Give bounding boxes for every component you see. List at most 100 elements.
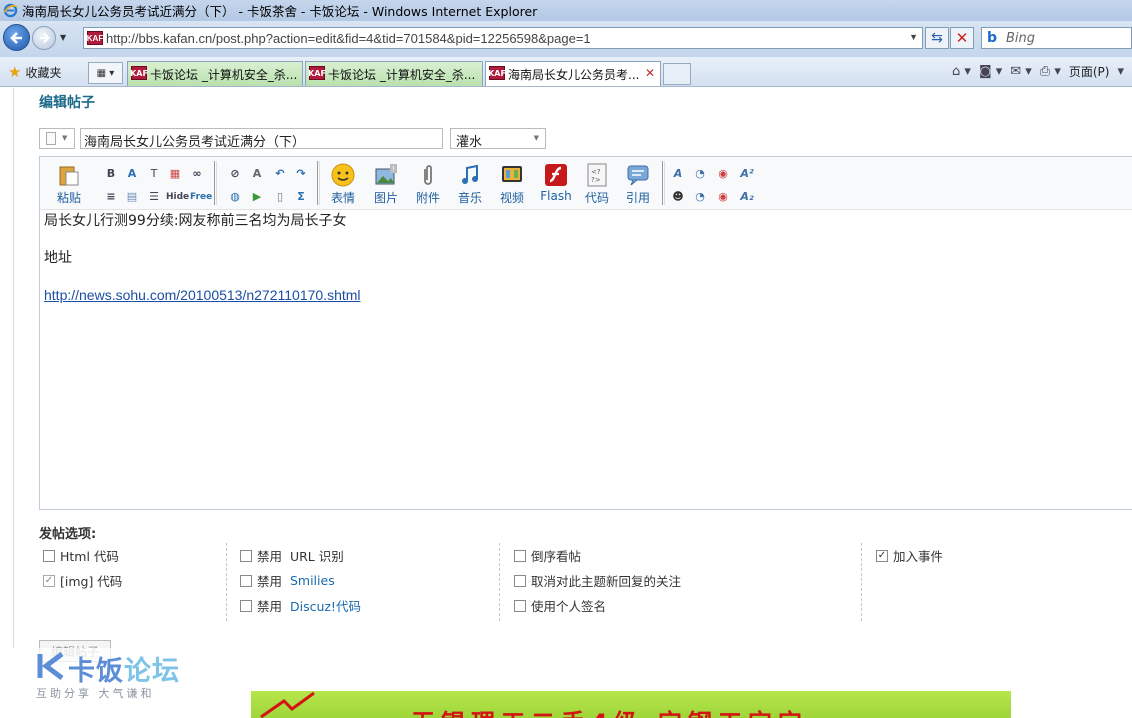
history-dropdown-icon[interactable]: ▼ — [60, 33, 66, 42]
print-icon[interactable]: ⎙ ▾ — [1040, 64, 1061, 79]
address-dropdown-icon[interactable]: ▼ — [909, 32, 918, 42]
unlink-icon[interactable]: ⊘ — [228, 167, 242, 181]
checkbox[interactable] — [514, 599, 526, 612]
flash-label: Flash — [540, 189, 572, 203]
svg-text:?>: ?> — [591, 176, 601, 184]
option-extra: URL 识别 — [289, 549, 344, 564]
code-icon: <??> — [587, 163, 607, 187]
options-column-2: 禁用 URL 识别 禁用 Smilies 禁用 Discuz!代码 — [240, 543, 361, 621]
video-button[interactable]: 视频 — [495, 163, 529, 206]
rss-feed-icon[interactable]: ◙ ▾ — [979, 64, 1002, 79]
tab-1[interactable]: KAF 卡饭论坛 _计算机安全_杀... — [127, 61, 303, 86]
option-add-event[interactable]: ✓ 加入事件 — [876, 543, 943, 568]
tab-label: 卡饭论坛 _计算机安全_杀... — [150, 67, 298, 82]
redo-icon[interactable]: ↷ — [294, 167, 308, 181]
checkbox[interactable] — [514, 574, 526, 587]
media-icon[interactable]: ▶ — [250, 190, 264, 204]
option-extra: Discuz!代码 — [289, 599, 361, 614]
font-style-icon[interactable]: A — [671, 167, 685, 181]
quote-button[interactable]: 引用 — [621, 163, 655, 206]
option-disable-smilies[interactable]: 禁用 Smilies — [240, 568, 361, 593]
quick-tabs-button[interactable]: ▦ ▾ — [88, 62, 123, 84]
search-box[interactable]: b Bing — [981, 27, 1132, 49]
music-label: 音乐 — [457, 191, 482, 205]
bing-icon: b — [987, 30, 998, 46]
option-label: 禁用 — [257, 574, 283, 589]
forward-button[interactable] — [32, 26, 56, 50]
checkbox-checked[interactable]: ✓ — [876, 549, 888, 562]
undo-icon[interactable]: ↶ — [273, 167, 287, 181]
post-icon-select[interactable]: ▼ — [39, 128, 75, 149]
paste-button[interactable]: 粘贴 — [52, 163, 86, 206]
close-tab-icon[interactable]: ✕ — [645, 66, 655, 80]
site-favicon-icon: KAF — [488, 66, 506, 80]
option-use-signature[interactable]: 使用个人签名 — [514, 593, 681, 618]
option-unsubscribe[interactable]: 取消对此主题新回复的关注 — [514, 568, 681, 593]
tab-label: 卡饭论坛 _计算机安全_杀... — [328, 67, 476, 82]
music-button[interactable]: 音乐 — [453, 163, 487, 206]
subscript-icon[interactable]: A₂ — [740, 190, 754, 204]
sigma-icon[interactable]: Σ — [294, 190, 308, 204]
refresh-button[interactable]: ⇆ — [925, 27, 949, 49]
flash-button[interactable]: Flash — [536, 163, 576, 203]
checkbox[interactable] — [240, 574, 252, 587]
qq-icon[interactable]: ☻ — [671, 190, 685, 204]
option-img-code[interactable]: ✓ [img] 代码 — [43, 568, 122, 593]
subject-input[interactable]: 海南局长女儿公务员考试近满分（下） — [80, 128, 443, 150]
msn-icon[interactable]: ◔ — [693, 190, 707, 204]
stop-button[interactable]: ✕ — [950, 27, 974, 49]
option-reverse-order[interactable]: 倒序看帖 — [514, 543, 681, 568]
checkbox[interactable] — [514, 549, 526, 562]
address-url[interactable]: http://bbs.kafan.cn/post.php?action=edit… — [106, 31, 591, 46]
checkbox[interactable] — [43, 549, 55, 562]
tab-3-active[interactable]: KAF 海南局长女儿公务员考... ✕ — [485, 61, 661, 86]
image-button[interactable]: ! 图片 — [369, 163, 403, 206]
ie-logo-icon — [3, 3, 18, 18]
option-disable-url[interactable]: 禁用 URL 识别 — [240, 543, 361, 568]
clipboard-icon — [59, 166, 79, 186]
hide-icon[interactable]: Hide — [166, 190, 189, 204]
category-select[interactable]: 灌水 ▼ — [450, 128, 546, 150]
page-menu[interactable]: 页面(P) — [1069, 63, 1110, 80]
tab-2[interactable]: KAF 卡饭论坛 _计算机安全_杀... — [305, 61, 483, 86]
bold-icon[interactable]: B — [104, 167, 118, 181]
editor-content-area[interactable]: 局长女儿行测99分续:网友称前三名均为局长子女 地址 http://news.s… — [44, 213, 1124, 325]
table-icon[interactable]: ▤ — [125, 190, 139, 204]
new-tab-button[interactable] — [663, 63, 691, 85]
quote-label: 引用 — [625, 191, 650, 205]
address-bar[interactable]: KAF http://bbs.kafan.cn/post.php?action=… — [83, 27, 923, 49]
option-label: Html 代码 — [60, 549, 119, 564]
font-icon[interactable]: A — [125, 167, 139, 181]
home-icon[interactable]: ⌂ ▾ — [952, 64, 971, 79]
option-html-code[interactable]: Html 代码 — [43, 543, 122, 568]
back-button[interactable] — [3, 24, 30, 51]
content-link[interactable]: http://news.sohu.com/20100513/n272110170… — [44, 287, 361, 303]
options-divider — [861, 543, 862, 621]
attachment-button[interactable]: 附件 — [411, 163, 445, 206]
checkbox[interactable] — [240, 549, 252, 562]
favorites-button[interactable]: ★ 收藏夹 — [8, 63, 61, 81]
code-button[interactable]: <? ?> 代码 — [580, 163, 614, 206]
page-icon[interactable]: ▯ — [273, 190, 287, 204]
align-left-icon[interactable]: ≡ — [104, 190, 118, 204]
attachment-label: 附件 — [415, 191, 440, 205]
arrow-up-icon — [260, 691, 315, 718]
color-grid-icon[interactable]: ▦ — [168, 167, 182, 181]
bubble-icon[interactable]: ◔ — [693, 167, 707, 181]
checkbox[interactable] — [240, 599, 252, 612]
checkbox-checked[interactable]: ✓ — [43, 574, 55, 587]
font-size-icon[interactable]: T — [147, 167, 161, 181]
list-icon[interactable]: ☰ — [147, 190, 161, 204]
option-disable-discuz[interactable]: 禁用 Discuz!代码 — [240, 593, 361, 618]
media-player-icon[interactable]: ◉ — [716, 190, 730, 204]
chrome-like-icon[interactable]: ◉ — [716, 167, 730, 181]
advertisement-banner[interactable]: 无锡理工二手4级 宝钢工宝宝 — [251, 691, 1011, 718]
mail-icon[interactable]: ✉ ▾ — [1010, 64, 1032, 79]
superscript-icon[interactable]: A² — [740, 167, 754, 181]
free-icon[interactable]: Free — [190, 190, 212, 204]
link-icon[interactable]: ∞ — [190, 167, 204, 181]
smilies-button[interactable]: 表情 — [326, 163, 360, 206]
globe-icon[interactable]: ◍ — [228, 190, 242, 204]
remove-format-icon[interactable]: A — [250, 167, 264, 181]
chevron-down-icon[interactable]: ▾ — [1117, 64, 1124, 79]
